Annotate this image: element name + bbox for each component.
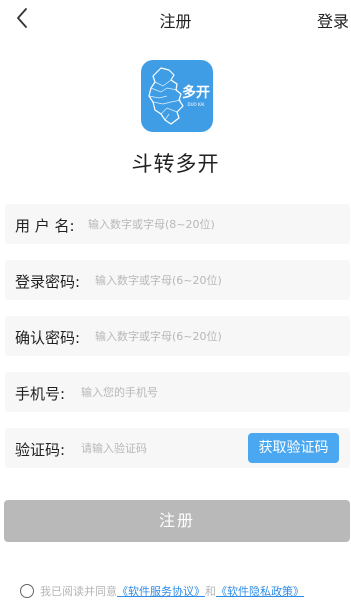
agreement-text: 我已阅读并同意《软件服务协议》和《软件隐私政策》 bbox=[40, 583, 304, 599]
login-link[interactable]: 登录 bbox=[317, 8, 349, 32]
phone-label: 手机号: bbox=[15, 385, 66, 403]
logo-title: 多开 bbox=[182, 84, 210, 101]
nav-bar: 注册 登录 bbox=[0, 0, 351, 36]
agreement-middle: 和 bbox=[205, 585, 216, 598]
page-title: 注册 bbox=[159, 12, 192, 31]
username-label: 用 户 名: bbox=[15, 217, 75, 235]
code-label: 验证码: bbox=[15, 441, 66, 459]
get-code-button[interactable]: 获取验证码 bbox=[248, 433, 339, 463]
agree-radio[interactable] bbox=[20, 584, 34, 598]
confirm-password-label: 确认密码: bbox=[15, 329, 81, 347]
app-logo: 多开 DUO KAI bbox=[141, 60, 213, 132]
app-name: 斗转多开 bbox=[131, 152, 220, 176]
phone-input[interactable] bbox=[81, 380, 331, 404]
password-row: 登录密码: bbox=[5, 260, 350, 300]
register-button[interactable]: 注册 bbox=[4, 500, 350, 542]
username-row: 用 户 名: bbox=[5, 204, 350, 244]
code-row: 验证码: 获取验证码 bbox=[5, 428, 350, 468]
confirm-password-input[interactable] bbox=[95, 324, 335, 348]
username-input[interactable] bbox=[88, 212, 338, 236]
code-input[interactable] bbox=[81, 436, 231, 460]
service-agreement-link[interactable]: 《软件服务协议》 bbox=[117, 585, 205, 598]
confirm-password-row: 确认密码: bbox=[5, 316, 350, 356]
password-label: 登录密码: bbox=[15, 273, 81, 291]
phone-row: 手机号: bbox=[5, 372, 350, 412]
password-input[interactable] bbox=[95, 268, 335, 292]
map-outline-icon: 多开 DUO KAI bbox=[148, 67, 210, 125]
logo-subtitle: DUO KAI bbox=[188, 102, 205, 107]
agreement-prefix: 我已阅读并同意 bbox=[40, 585, 117, 598]
privacy-policy-link[interactable]: 《软件隐私政策》 bbox=[216, 585, 304, 598]
